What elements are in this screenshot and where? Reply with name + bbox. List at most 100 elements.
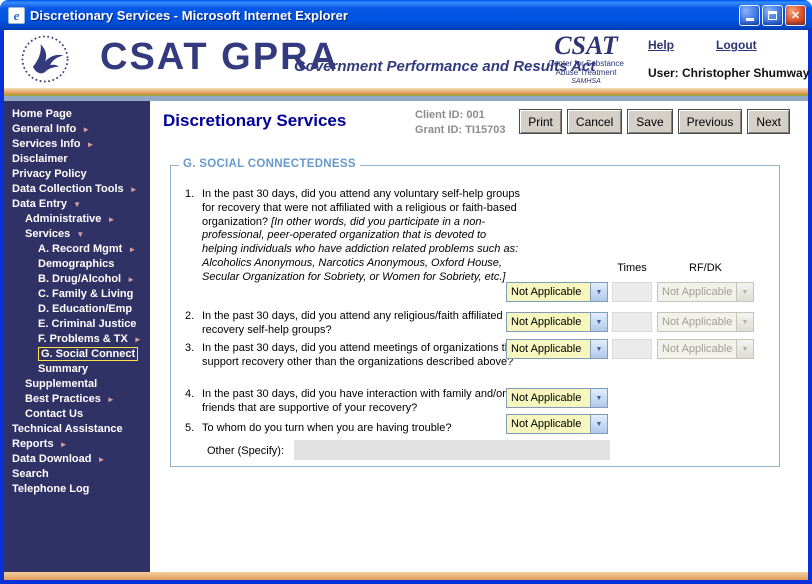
question-2: 2. In the past 30 days, did you attend a…: [185, 310, 523, 338]
sidebar-item-label: Reports: [12, 438, 54, 450]
record-ids: Client ID: 001 Grant ID: TI15703: [415, 108, 505, 138]
sidebar-item-label: B. Drug/Alcohol: [38, 273, 121, 285]
sidebar-item-label: Summary: [38, 363, 88, 375]
sidebar-item[interactable]: Data Collection Tools ►: [4, 182, 150, 197]
header-links: Help Logout: [648, 38, 808, 52]
other-specify-label: Other (Specify):: [207, 445, 284, 457]
close-button[interactable]: ✕: [785, 5, 806, 26]
main-panel: Discretionary Services Client ID: 001 Gr…: [150, 101, 808, 572]
question-5-text: To whom do you turn when you are having …: [202, 422, 520, 436]
internet-explorer-page-icon: e: [8, 7, 25, 24]
minimize-button[interactable]: [739, 5, 760, 26]
chevron-down-icon: ▼: [590, 340, 607, 358]
question-5-select[interactable]: Not Applicable ▼: [506, 414, 608, 434]
sidebar-item[interactable]: Technical Assistance: [4, 422, 150, 437]
sidebar-item-label: Search: [12, 468, 49, 480]
question-2-times-input: [612, 312, 652, 332]
submenu-arrow-icon: ►: [60, 440, 68, 449]
submenu-arrow-icon: ►: [98, 455, 106, 464]
rfdk-column-header: RF/DK: [657, 262, 754, 274]
toolbar-button[interactable]: Previous: [678, 109, 743, 134]
sidebar-item[interactable]: Privacy Policy: [4, 167, 150, 182]
chevron-down-icon: ▼: [590, 283, 607, 301]
chevron-down-icon: ▼: [736, 313, 753, 331]
submenu-arrow-icon: ►: [107, 395, 115, 404]
sidebar-item[interactable]: Disclaimer: [4, 152, 150, 167]
bottom-accent-bar: [4, 572, 808, 580]
chevron-down-icon: ▼: [736, 340, 753, 358]
submenu-arrow-icon: ►: [82, 125, 90, 134]
question-number: 2.: [185, 310, 199, 324]
maximize-icon: [768, 11, 777, 20]
sidebar-item[interactable]: General Info ►: [4, 122, 150, 137]
question-3-select[interactable]: Not Applicable ▼: [506, 339, 608, 359]
sidebar-nav: Home Page General Info ► Services Info ►: [4, 101, 150, 572]
sidebar-item[interactable]: F. Problems & TX ►: [4, 332, 150, 347]
sidebar-item[interactable]: D. Education/Emp: [4, 302, 150, 317]
sidebar-item-label: Contact Us: [25, 408, 83, 420]
content-area: Home Page General Info ► Services Info ►: [4, 101, 808, 572]
question-3-text: In the past 30 days, did you attend meet…: [202, 342, 520, 370]
sidebar-item[interactable]: Services ▼: [4, 227, 150, 242]
question-3: 3. In the past 30 days, did you attend m…: [185, 342, 523, 370]
sidebar-item[interactable]: Reports ►: [4, 437, 150, 452]
sidebar-item[interactable]: Telephone Log: [4, 482, 150, 497]
social-connectedness-fieldset: G. SOCIAL CONNECTEDNESS Times RF/DK 1. I…: [170, 165, 780, 467]
sidebar-item[interactable]: Home Page: [4, 107, 150, 122]
page-title: Discretionary Services: [163, 111, 346, 131]
sidebar-item[interactable]: Demographics: [4, 257, 150, 272]
sidebar-item-label: G. Social Connect: [38, 347, 138, 361]
sidebar-item-label: Supplemental: [25, 378, 97, 390]
sidebar-item-label: F. Problems & TX: [38, 333, 128, 345]
sidebar-item-label: C. Family & Living: [38, 288, 133, 300]
sidebar-item[interactable]: G. Social Connect: [4, 347, 150, 362]
sidebar-item[interactable]: Contact Us: [4, 407, 150, 422]
sidebar-item[interactable]: B. Drug/Alcohol ►: [4, 272, 150, 287]
sidebar-item-label: Services: [25, 228, 70, 240]
logout-link[interactable]: Logout: [716, 38, 757, 52]
question-4-text: In the past 30 days, did you have intera…: [202, 388, 520, 416]
sidebar-item-label: E. Criminal Justice: [38, 318, 136, 330]
sidebar-item[interactable]: E. Criminal Justice: [4, 317, 150, 332]
toolbar-button[interactable]: Print: [519, 109, 562, 134]
question-1: 1. In the past 30 days, did you attend a…: [185, 188, 523, 285]
submenu-arrow-icon: ►: [128, 245, 136, 254]
sidebar-item[interactable]: Supplemental: [4, 377, 150, 392]
toolbar-button[interactable]: Next: [747, 109, 790, 134]
chevron-down-icon: ▼: [590, 415, 607, 433]
chevron-down-icon: ▼: [590, 313, 607, 331]
sidebar-item[interactable]: Search: [4, 467, 150, 482]
question-4-select[interactable]: Not Applicable ▼: [506, 388, 608, 408]
submenu-arrow-icon: ►: [127, 275, 135, 284]
maximize-button[interactable]: [762, 5, 783, 26]
submenu-arrow-icon: ►: [130, 185, 138, 194]
submenu-arrow-icon: ▼: [76, 230, 84, 239]
fieldset-legend: G. SOCIAL CONNECTEDNESS: [179, 158, 360, 170]
sidebar-item-label: Telephone Log: [12, 483, 89, 495]
sidebar-item[interactable]: Services Info ►: [4, 137, 150, 152]
csat-logo: CSAT Center for Substance Abuse Treatmen…: [540, 33, 632, 86]
sidebar-item-label: Best Practices: [25, 393, 101, 405]
sidebar-item[interactable]: Data Download ►: [4, 452, 150, 467]
question-1-select[interactable]: Not Applicable ▼: [506, 282, 608, 302]
sidebar-item-label: Technical Assistance: [12, 423, 123, 435]
sidebar-item[interactable]: Data Entry ▼: [4, 197, 150, 212]
sidebar-item-label: Data Download: [12, 453, 91, 465]
sidebar-item[interactable]: Administrative ►: [4, 212, 150, 227]
question-2-select[interactable]: Not Applicable ▼: [506, 312, 608, 332]
question-number: 3.: [185, 342, 199, 356]
toolbar: Print Cancel Save Previous Next: [514, 109, 790, 134]
grant-id: Grant ID: TI15703: [415, 123, 505, 138]
chevron-down-icon: ▼: [736, 283, 753, 301]
sidebar-item[interactable]: C. Family & Living: [4, 287, 150, 302]
sidebar-item-label: Services Info: [12, 138, 80, 150]
times-column-header: Times: [612, 262, 652, 274]
sidebar-item[interactable]: A. Record Mgmt ►: [4, 242, 150, 257]
toolbar-button[interactable]: Save: [627, 109, 672, 134]
sidebar-item-label: Disclaimer: [12, 153, 68, 165]
sidebar-item[interactable]: Best Practices ►: [4, 392, 150, 407]
help-link[interactable]: Help: [648, 38, 674, 52]
csat-logo-acronym: CSAT: [540, 33, 632, 59]
sidebar-item[interactable]: Summary: [4, 362, 150, 377]
toolbar-button[interactable]: Cancel: [567, 109, 622, 134]
